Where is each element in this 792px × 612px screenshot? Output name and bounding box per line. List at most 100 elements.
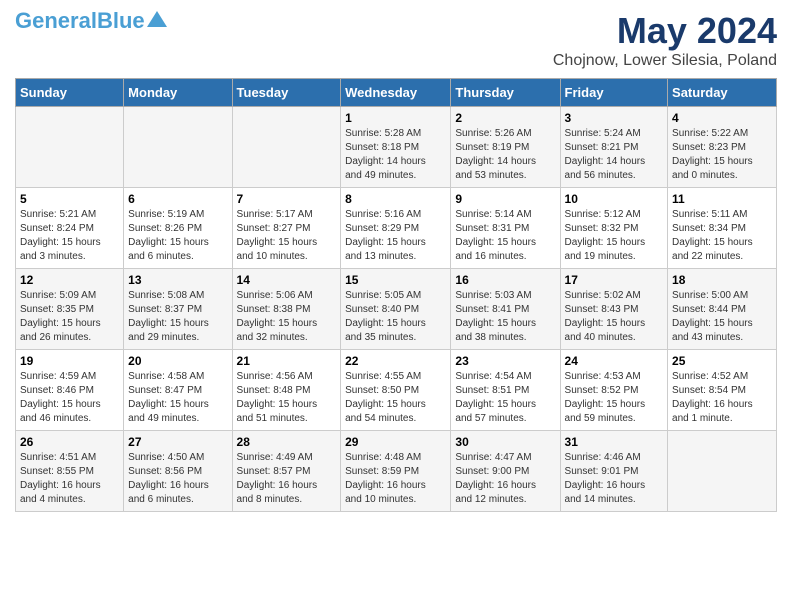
day-number: 11 [672, 192, 772, 206]
day-number: 19 [20, 354, 119, 368]
day-number: 7 [237, 192, 337, 206]
day-info: Sunrise: 5:21 AM Sunset: 8:24 PM Dayligh… [20, 208, 119, 264]
calendar-cell: 18Sunrise: 5:00 AM Sunset: 8:44 PM Dayli… [668, 269, 777, 350]
calendar-cell: 22 Sunrise: 4:55 AM Sunset: 8:50 PM Dayli… [341, 350, 451, 431]
calendar-cell: 19 Sunrise: 4:59 AM Sunset: 8:46 PM Dayli… [16, 350, 124, 431]
day-info: Sunrise: 5:28 AM Sunset: 8:18 PM Dayligh… [345, 127, 446, 183]
calendar-cell: 3Sunrise: 5:24 AM Sunset: 8:21 PM Daylig… [560, 107, 668, 188]
day-number: 23 [455, 354, 555, 368]
calendar-cell [16, 107, 124, 188]
calendar-cell: 24 Sunrise: 4:53 AM Sunset: 8:52 PM Dayli… [560, 350, 668, 431]
day-info: Sunrise: 5:17 AM Sunset: 8:27 PM Dayligh… [237, 208, 337, 264]
calendar-cell: 20 Sunrise: 4:58 AM Sunset: 8:47 PM Dayli… [124, 350, 232, 431]
day-number: 1 [345, 111, 446, 125]
day-info: Sunrise: 5:19 AM Sunset: 8:26 PM Dayligh… [128, 208, 227, 264]
day-info: Sunrise: 4:50 AM Sunset: 8:56 PM Dayligh… [128, 451, 227, 507]
calendar-cell: 7 Sunrise: 5:17 AM Sunset: 8:27 PM Daylig… [232, 188, 341, 269]
logo-text: GeneralBlue [15, 10, 145, 32]
calendar-cell: 13 Sunrise: 5:08 AM Sunset: 8:37 PM Dayli… [124, 269, 232, 350]
calendar-cell: 26Sunrise: 4:51 AM Sunset: 8:55 PM Dayli… [16, 431, 124, 512]
day-number: 25 [672, 354, 772, 368]
day-number: 12 [20, 273, 119, 287]
calendar-cell: 17 Sunrise: 5:02 AM Sunset: 8:43 PM Dayli… [560, 269, 668, 350]
calendar-week-2: 5 Sunrise: 5:21 AM Sunset: 8:24 PM Daylig… [16, 188, 777, 269]
day-number: 5 [20, 192, 119, 206]
page-subtitle: Chojnow, Lower Silesia, Poland [553, 52, 777, 70]
calendar-cell [668, 431, 777, 512]
calendar-cell: 14 Sunrise: 5:06 AM Sunset: 8:38 PM Dayli… [232, 269, 341, 350]
calendar-cell: 2Sunrise: 5:26 AM Sunset: 8:19 PM Daylig… [451, 107, 560, 188]
day-number: 20 [128, 354, 227, 368]
calendar-cell: 23 Sunrise: 4:54 AM Sunset: 8:51 PM Dayli… [451, 350, 560, 431]
day-info: Sunrise: 5:14 AM Sunset: 8:31 PM Dayligh… [455, 208, 555, 264]
calendar-cell: 12 Sunrise: 5:09 AM Sunset: 8:35 PM Dayli… [16, 269, 124, 350]
day-info: Sunrise: 5:12 AM Sunset: 8:32 PM Dayligh… [565, 208, 664, 264]
day-header-sunday: Sunday [16, 79, 124, 107]
calendar-header-row: SundayMondayTuesdayWednesdayThursdayFrid… [16, 79, 777, 107]
calendar-week-5: 26Sunrise: 4:51 AM Sunset: 8:55 PM Dayli… [16, 431, 777, 512]
day-info: Sunrise: 4:54 AM Sunset: 8:51 PM Dayligh… [455, 370, 555, 426]
day-info: Sunrise: 4:52 AM Sunset: 8:54 PM Dayligh… [672, 370, 772, 426]
day-info: Sunrise: 4:56 AM Sunset: 8:48 PM Dayligh… [237, 370, 337, 426]
day-header-saturday: Saturday [668, 79, 777, 107]
day-info: Sunrise: 5:16 AM Sunset: 8:29 PM Dayligh… [345, 208, 446, 264]
calendar-cell: 4 Sunrise: 5:22 AM Sunset: 8:23 PM Daylig… [668, 107, 777, 188]
calendar-cell: 21 Sunrise: 4:56 AM Sunset: 8:48 PM Dayli… [232, 350, 341, 431]
day-info: Sunrise: 4:47 AM Sunset: 9:00 PM Dayligh… [455, 451, 555, 507]
day-number: 29 [345, 435, 446, 449]
calendar-week-4: 19 Sunrise: 4:59 AM Sunset: 8:46 PM Dayli… [16, 350, 777, 431]
day-number: 31 [565, 435, 664, 449]
day-info: Sunrise: 5:22 AM Sunset: 8:23 PM Dayligh… [672, 127, 772, 183]
calendar-week-1: 1 Sunrise: 5:28 AM Sunset: 8:18 PM Daylig… [16, 107, 777, 188]
day-number: 22 [345, 354, 446, 368]
calendar-cell: 6 Sunrise: 5:19 AM Sunset: 8:26 PM Daylig… [124, 188, 232, 269]
calendar-week-3: 12 Sunrise: 5:09 AM Sunset: 8:35 PM Dayli… [16, 269, 777, 350]
day-info: Sunrise: 5:02 AM Sunset: 8:43 PM Dayligh… [565, 289, 664, 345]
day-number: 6 [128, 192, 227, 206]
day-number: 8 [345, 192, 446, 206]
day-number: 27 [128, 435, 227, 449]
day-header-wednesday: Wednesday [341, 79, 451, 107]
day-info: Sunrise: 4:59 AM Sunset: 8:46 PM Dayligh… [20, 370, 119, 426]
day-number: 17 [565, 273, 664, 287]
calendar-cell: 25 Sunrise: 4:52 AM Sunset: 8:54 PM Dayli… [668, 350, 777, 431]
day-number: 24 [565, 354, 664, 368]
day-info: Sunrise: 4:55 AM Sunset: 8:50 PM Dayligh… [345, 370, 446, 426]
day-number: 4 [672, 111, 772, 125]
calendar-cell: 10 Sunrise: 5:12 AM Sunset: 8:32 PM Dayli… [560, 188, 668, 269]
calendar-cell: 8 Sunrise: 5:16 AM Sunset: 8:29 PM Daylig… [341, 188, 451, 269]
day-info: Sunrise: 4:49 AM Sunset: 8:57 PM Dayligh… [237, 451, 337, 507]
calendar-cell: 16Sunrise: 5:03 AM Sunset: 8:41 PM Dayli… [451, 269, 560, 350]
day-info: Sunrise: 4:53 AM Sunset: 8:52 PM Dayligh… [565, 370, 664, 426]
day-info: Sunrise: 4:58 AM Sunset: 8:47 PM Dayligh… [128, 370, 227, 426]
day-info: Sunrise: 5:08 AM Sunset: 8:37 PM Dayligh… [128, 289, 227, 345]
day-number: 28 [237, 435, 337, 449]
calendar-cell: 15 Sunrise: 5:05 AM Sunset: 8:40 PM Dayli… [341, 269, 451, 350]
day-header-friday: Friday [560, 79, 668, 107]
calendar-cell: 28 Sunrise: 4:49 AM Sunset: 8:57 PM Dayli… [232, 431, 341, 512]
day-number: 30 [455, 435, 555, 449]
calendar-table: SundayMondayTuesdayWednesdayThursdayFrid… [15, 78, 777, 512]
day-number: 10 [565, 192, 664, 206]
day-header-thursday: Thursday [451, 79, 560, 107]
calendar-cell: 29 Sunrise: 4:48 AM Sunset: 8:59 PM Dayli… [341, 431, 451, 512]
page-header: GeneralBlue May 2024 Chojnow, Lower Sile… [15, 10, 777, 70]
title-section: May 2024 Chojnow, Lower Silesia, Poland [553, 10, 777, 70]
day-number: 21 [237, 354, 337, 368]
day-info: Sunrise: 4:48 AM Sunset: 8:59 PM Dayligh… [345, 451, 446, 507]
day-info: Sunrise: 5:05 AM Sunset: 8:40 PM Dayligh… [345, 289, 446, 345]
calendar-cell: 30 Sunrise: 4:47 AM Sunset: 9:00 PM Dayli… [451, 431, 560, 512]
logo-icon [147, 9, 167, 29]
day-number: 9 [455, 192, 555, 206]
day-number: 15 [345, 273, 446, 287]
calendar-cell: 27 Sunrise: 4:50 AM Sunset: 8:56 PM Dayli… [124, 431, 232, 512]
day-info: Sunrise: 5:09 AM Sunset: 8:35 PM Dayligh… [20, 289, 119, 345]
day-number: 14 [237, 273, 337, 287]
day-info: Sunrise: 5:11 AM Sunset: 8:34 PM Dayligh… [672, 208, 772, 264]
day-number: 2 [455, 111, 555, 125]
day-number: 13 [128, 273, 227, 287]
page-title: May 2024 [553, 10, 777, 52]
day-info: Sunrise: 5:06 AM Sunset: 8:38 PM Dayligh… [237, 289, 337, 345]
calendar-cell: 9 Sunrise: 5:14 AM Sunset: 8:31 PM Daylig… [451, 188, 560, 269]
calendar-cell [124, 107, 232, 188]
